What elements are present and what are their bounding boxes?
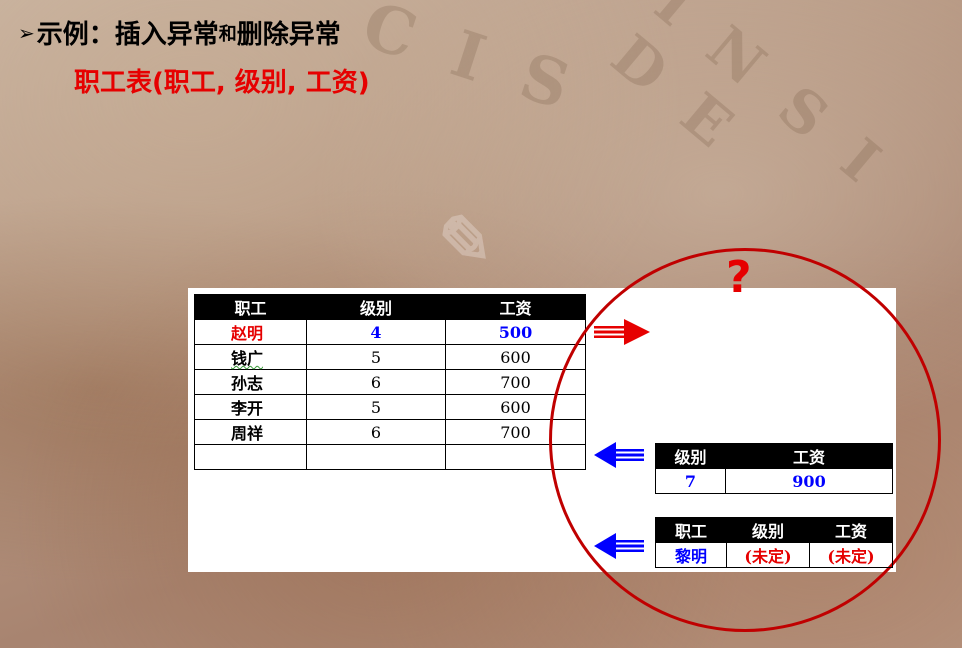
title-part-and: 和 [218, 23, 237, 45]
header-grade: 级别 [726, 517, 810, 543]
cell-employee: 周祥 [194, 419, 307, 445]
blue-arrow-left-icon [594, 442, 644, 468]
table-header-row: 职工 级别 工资 [194, 294, 586, 320]
cell-employee: 黎明 [655, 542, 727, 568]
table-row: 赵明 4 500 [194, 319, 586, 345]
header-grade: 级别 [655, 443, 726, 469]
table-row: 李开 5 600 [194, 394, 586, 420]
table-header-row: 级别 工资 [655, 443, 893, 469]
title-part-delete-anomaly: 删除异常 [236, 20, 341, 50]
cell-employee: 李开 [194, 394, 307, 420]
cell-employee: 钱广 [194, 344, 307, 370]
header-salary: 工资 [725, 443, 893, 469]
grade-salary-table: 级别 工资 7 900 [655, 443, 893, 494]
header-employee: 职工 [655, 517, 727, 543]
table-row: 钱广 5 600 [194, 344, 586, 370]
new-employee-table: 职工 级别 工资 黎明 (未定) (未定) [655, 517, 893, 568]
page-subtitle: 职工表(职工, 级别, 工资) [74, 68, 370, 98]
header-salary: 工资 [809, 517, 893, 543]
header-employee: 职工 [194, 294, 307, 320]
table-row: 孙志 6 700 [194, 369, 586, 395]
cell-employee [194, 444, 307, 470]
table-row: 周祥 6 700 [194, 419, 586, 445]
cell-employee: 孙志 [194, 369, 307, 395]
cell-grade: 5 [306, 394, 446, 420]
bullet-arrow-icon: ➢ [18, 20, 35, 45]
red-arrow-right-icon [594, 319, 650, 345]
title-part-insert-anomaly: 示例：插入异常 [36, 20, 219, 50]
table-row: 7 900 [655, 468, 893, 494]
cell-salary: 900 [725, 468, 893, 494]
question-mark: ? [726, 252, 752, 303]
cell-salary: 500 [445, 319, 586, 345]
cell-salary: (未定) [809, 542, 893, 568]
cell-grade: 6 [306, 419, 446, 445]
cell-employee-text: 钱广 [231, 349, 264, 368]
highlight-circle [549, 248, 941, 632]
watermark-text-1: C I S [353, 0, 588, 128]
cell-grade: 5 [306, 344, 446, 370]
table-header-row: 职工 级别 工资 [655, 517, 893, 543]
table-row: 黎明 (未定) (未定) [655, 542, 893, 568]
page-title: ➢ 示例：插入异常 和 删除异常 [18, 14, 341, 51]
cell-employee: 赵明 [194, 319, 307, 345]
header-grade: 级别 [306, 294, 446, 320]
blue-arrow-left-icon [594, 533, 644, 559]
cell-grade: 6 [306, 369, 446, 395]
employee-main-table: 职工 级别 工资 赵明 4 500 钱广 5 600 孙志 6 700 李开 5… [194, 294, 586, 470]
cell-grade [306, 444, 446, 470]
cell-grade: (未定) [726, 542, 810, 568]
cell-grade: 4 [306, 319, 446, 345]
header-salary: 工资 [445, 294, 586, 320]
table-row-empty [194, 444, 586, 470]
cell-grade: 7 [655, 468, 726, 494]
watermark-scribble: ✎ [424, 196, 495, 287]
